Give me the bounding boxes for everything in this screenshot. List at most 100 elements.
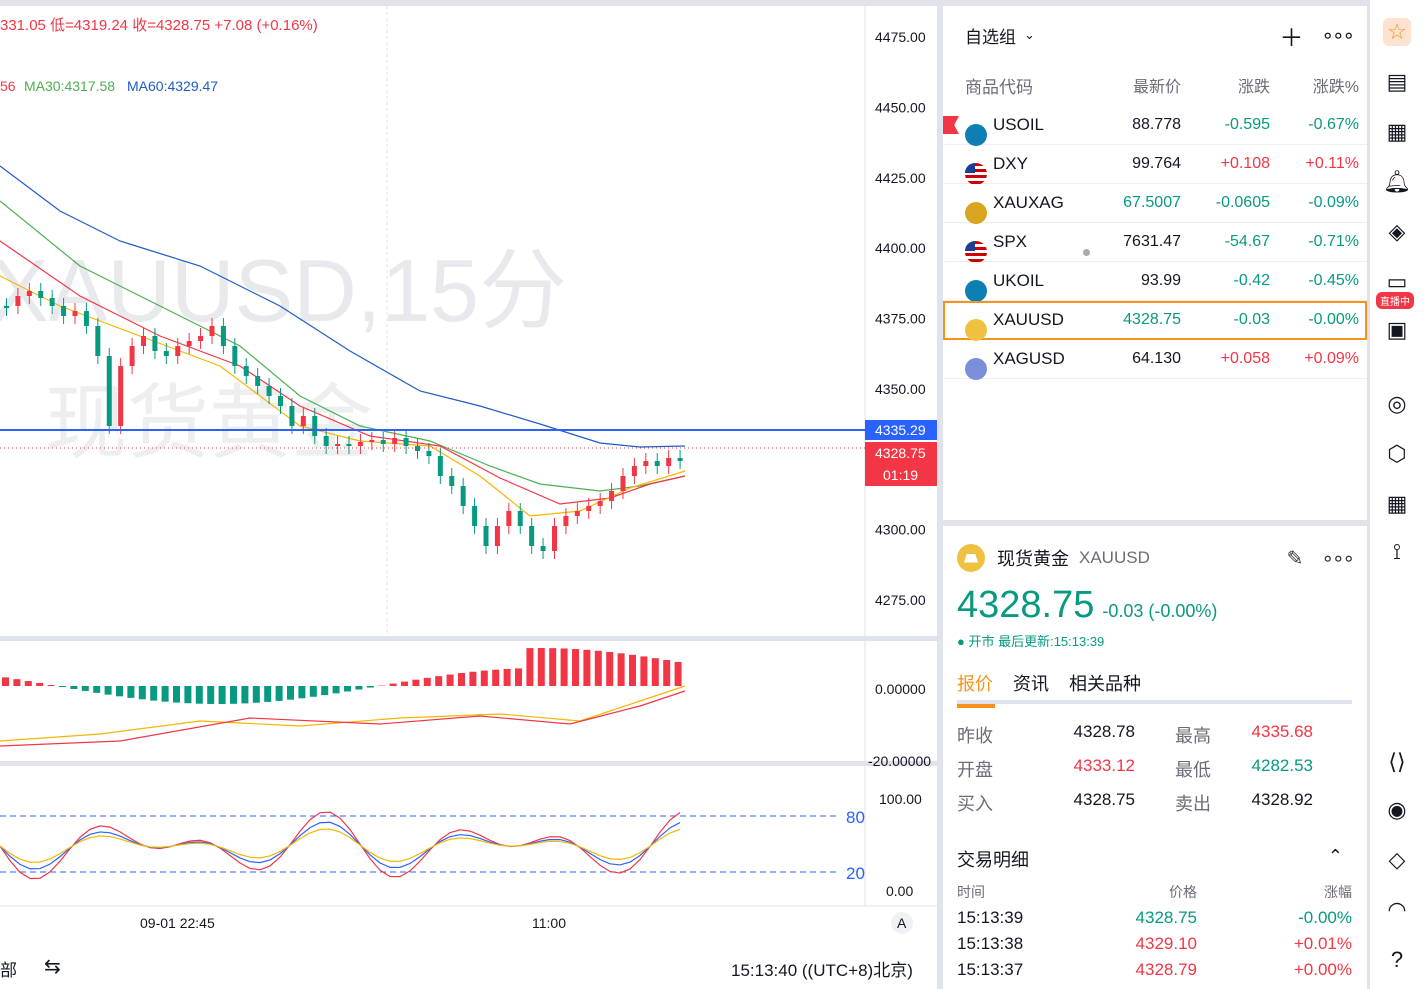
- help-icon[interactable]: ?: [1383, 946, 1411, 974]
- network-icon[interactable]: ⟟: [1383, 538, 1411, 566]
- tab-quote[interactable]: 报价: [957, 670, 995, 708]
- macd-bar: [594, 650, 602, 686]
- watchlist-row[interactable]: XAUUSD 4328.75 -0.03 -0.00%: [943, 301, 1367, 341]
- symbol-icon: [965, 280, 987, 302]
- last-price-text: 4328.75: [875, 445, 926, 461]
- details-title-row: 现货黄金 XAUUSD ✎ ∘∘∘: [957, 540, 1355, 576]
- symbol-icon: [965, 358, 987, 380]
- row-change: -54.67: [1224, 233, 1270, 250]
- candle-body: [483, 526, 489, 546]
- row-change-pct: -0.00%: [1308, 311, 1359, 328]
- candle-body: [163, 351, 169, 356]
- candle-body: [152, 336, 158, 351]
- macd-bar: [344, 686, 351, 692]
- bell-icon[interactable]: 🔔︎: [1383, 168, 1411, 196]
- candle-body: [380, 440, 386, 444]
- candle-body: [198, 336, 204, 341]
- price-tick: 4300.00: [875, 522, 926, 538]
- details-symbol: XAUUSD: [1079, 548, 1150, 567]
- code-icon[interactable]: ⟨⟩: [1383, 748, 1411, 776]
- trades-title: 交易明细: [957, 850, 1029, 870]
- col-change[interactable]: 涨跌: [1181, 73, 1270, 97]
- trades-rows: 15:13:39 4328.75 -0.00% 15:13:38 4329.10 +0.0…: [957, 908, 1353, 989]
- watchlist-row[interactable]: USOIL 88.778 -0.595 -0.67%: [943, 106, 1367, 146]
- price-tick: 4375.00: [875, 311, 926, 327]
- candle-body: [243, 366, 249, 376]
- news-icon[interactable]: ▤: [1383, 68, 1411, 96]
- candle-body: [346, 444, 352, 446]
- headset-icon[interactable]: ◠: [1383, 896, 1411, 924]
- plus-icon[interactable]: ＋: [1279, 18, 1303, 53]
- watchlist-row[interactable]: XAUXAG 67.5007 -0.0605 -0.09%: [943, 184, 1367, 224]
- candle-body: [323, 436, 329, 446]
- macd-bar: [663, 660, 671, 686]
- chat-icon[interactable]: ▣: [1383, 316, 1411, 344]
- more-icon[interactable]: ∘∘∘: [1321, 23, 1355, 48]
- star-icon[interactable]: ☆: [1383, 18, 1411, 46]
- watchlist-row[interactable]: UKOIL 93.99 -0.42 -0.45%: [943, 262, 1367, 302]
- candle-body: [300, 416, 306, 426]
- macd-bar: [526, 648, 534, 686]
- macd-bar: [401, 681, 408, 686]
- watchlist-title[interactable]: 自选组: [965, 23, 1016, 48]
- macd-bar: [218, 686, 226, 704]
- macd-bar: [59, 686, 66, 687]
- watchlist-row[interactable]: DXY 99.764 +0.108 +0.11%: [943, 145, 1367, 185]
- row-change: +0.058: [1220, 350, 1270, 367]
- price-tick: 4400.00: [875, 240, 926, 256]
- candle-body: [72, 311, 78, 316]
- trade-time: 15:13:39: [957, 908, 1024, 927]
- macd-bar: [127, 686, 135, 698]
- layers-icon[interactable]: ◈: [1383, 218, 1411, 246]
- robot-icon[interactable]: ◉: [1383, 796, 1411, 824]
- replay-icon[interactable]: ⇆: [44, 954, 61, 979]
- price-tick: 4475.00: [875, 29, 926, 45]
- candle-body: [403, 438, 409, 446]
- col-symbol[interactable]: 商品代码: [965, 73, 1103, 98]
- candle-body: [141, 336, 146, 346]
- tab-related[interactable]: 相关品种: [1069, 670, 1141, 700]
- target-icon[interactable]: ◎: [1383, 390, 1411, 418]
- candle-body: [540, 546, 546, 551]
- countdown-text: 01:19: [883, 467, 918, 483]
- price-tick: 4275.00: [875, 592, 926, 608]
- row-change: -0.42: [1233, 272, 1270, 289]
- macd-bar: [241, 686, 249, 704]
- macd-bar: [138, 686, 146, 700]
- macd-bar: [389, 683, 397, 686]
- macd-bar: [355, 686, 363, 690]
- quote-grid: 昨收 4328.78 最高 4335.68 开盘 4333.12 最低 4282.53 买入 43…: [957, 722, 1353, 816]
- more-icon[interactable]: ∘∘∘: [1321, 546, 1355, 571]
- diamond-icon[interactable]: ◇: [1383, 846, 1411, 874]
- chevron-down-icon[interactable]: ⌄: [1024, 27, 1035, 43]
- box-icon[interactable]: ⬡: [1383, 440, 1411, 468]
- calendar-icon[interactable]: ▦: [1383, 118, 1411, 146]
- macd-bar: [2, 677, 9, 686]
- watchlist-columns: 商品代码 最新价 涨跌 涨跌%: [943, 64, 1367, 106]
- candle-body: [563, 516, 569, 526]
- tab-news[interactable]: 资讯: [1013, 670, 1049, 700]
- ma30-label: MA30:4317.58: [24, 78, 115, 94]
- clock-label[interactable]: 15:13:40 ((UTC+8)北京): [731, 956, 913, 981]
- edit-icon[interactable]: ✎: [1287, 546, 1304, 571]
- macd-bar: [640, 656, 648, 686]
- chevron-up-icon[interactable]: ⌃: [1328, 846, 1343, 872]
- macd-bar: [252, 686, 260, 703]
- candle-body: [26, 291, 32, 296]
- kdj-j-line: [0, 811, 681, 880]
- macd-bar: [150, 686, 158, 701]
- bottom-left-label[interactable]: 部: [0, 956, 17, 981]
- candle-body: [38, 291, 44, 298]
- macd-bar: [412, 679, 420, 686]
- chart-area[interactable]: XAUUSD,15分 现货黄金 4475.00 4450.00 4425.00 4400.…: [0, 6, 937, 989]
- macd-bar: [116, 686, 123, 697]
- status-dot-icon: [1083, 249, 1090, 256]
- col-change-pct[interactable]: 涨跌%: [1270, 73, 1359, 97]
- grid-icon[interactable]: ▦: [1383, 490, 1411, 518]
- col-last[interactable]: 最新价: [1103, 73, 1181, 97]
- chart-canvas[interactable]: XAUUSD,15分现货黄金4475.004450.004425.004400.…: [0, 6, 937, 989]
- candle-body: [597, 501, 603, 506]
- watchlist-row[interactable]: SPX 7631.47 -54.67 -0.71%: [943, 223, 1367, 263]
- watchlist-row[interactable]: XAGUSD 64.130 +0.058 +0.09%: [943, 340, 1367, 380]
- macd-bar: [93, 686, 101, 693]
